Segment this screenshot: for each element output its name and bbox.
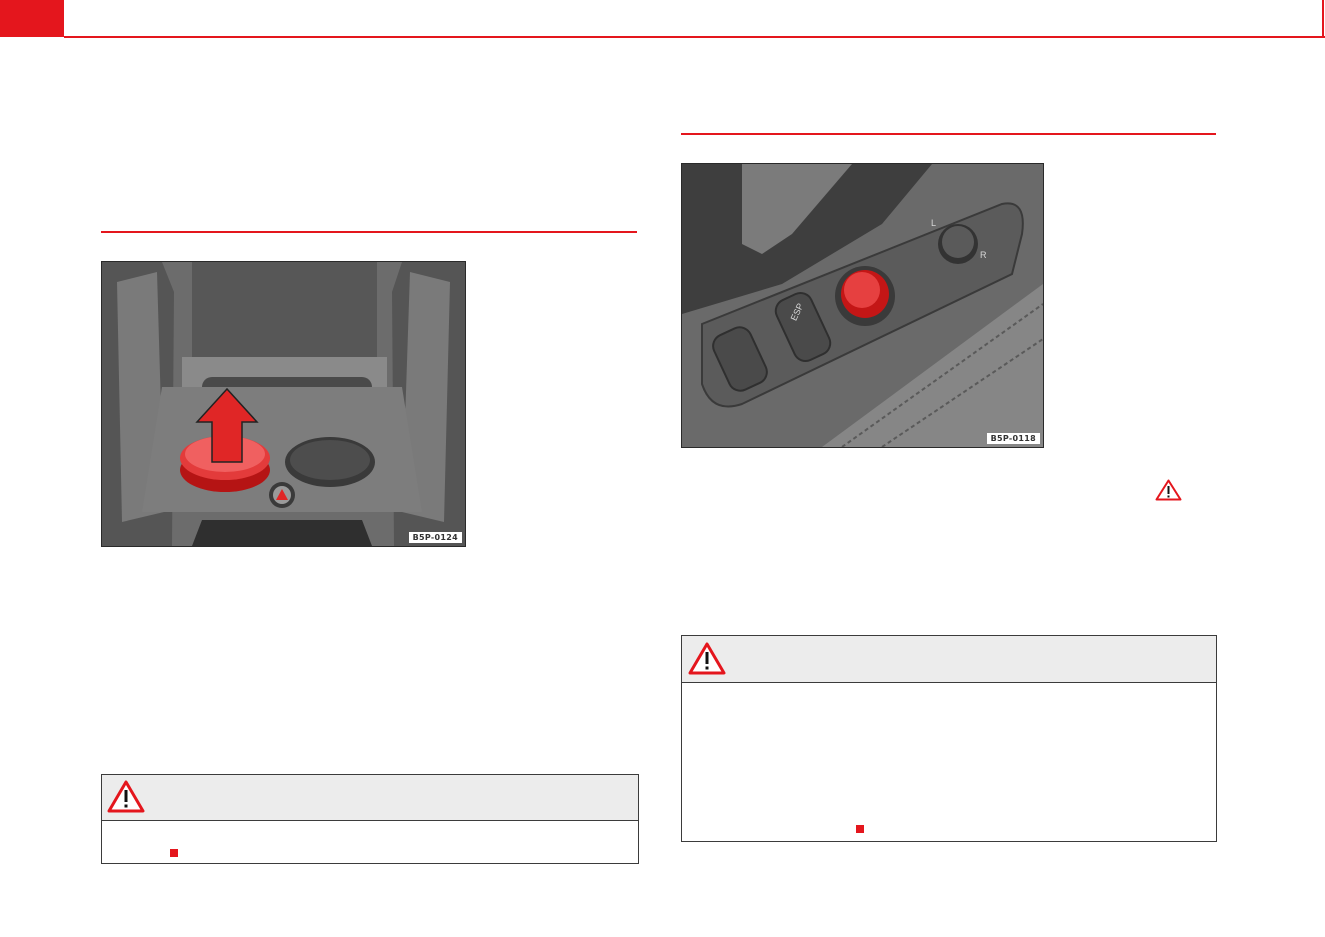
- mirror-left-label: L: [931, 218, 937, 228]
- section-end-marker: [856, 825, 864, 833]
- warning-header: [682, 636, 1216, 683]
- mirror-right-label: R: [980, 250, 987, 260]
- figure-code: B5P-0124: [408, 532, 462, 543]
- door-panel-illustration: [682, 164, 1043, 447]
- warning-triangle-icon: [688, 642, 726, 680]
- warning-triangle-icon: [107, 780, 145, 818]
- inline-warning-icon: [1155, 479, 1182, 506]
- page-number-tab: [0, 0, 64, 37]
- right-warning-box: [681, 635, 1217, 842]
- left-section-rule: [101, 231, 637, 233]
- header-rule: [64, 36, 1325, 38]
- left-figure: B5P-0124: [101, 261, 466, 547]
- figure-code: B5P-0118: [986, 433, 1040, 444]
- center-console-illustration: [102, 262, 465, 546]
- section-end-marker: [170, 849, 178, 857]
- right-figure: ESP L R B5P-0118: [681, 163, 1044, 448]
- warning-header: [102, 775, 638, 821]
- left-warning-box: [101, 774, 639, 864]
- right-section-rule: [681, 133, 1216, 135]
- header-end-rule: [1322, 0, 1324, 37]
